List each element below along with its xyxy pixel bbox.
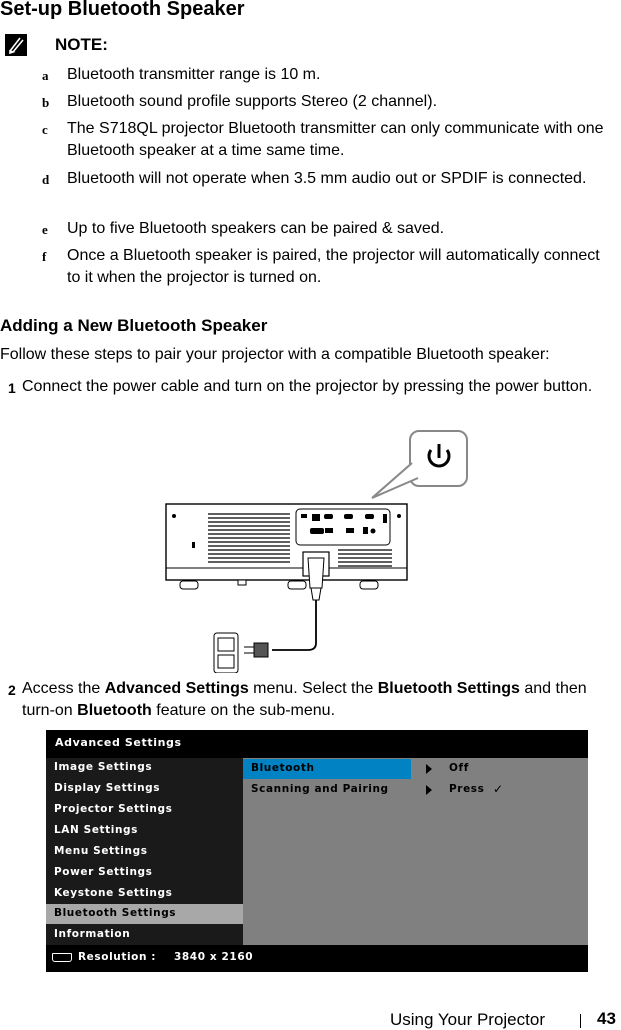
- submenu-value: Off: [449, 762, 469, 774]
- step-bold-bluetooth: Bluetooth: [77, 702, 152, 719]
- note-letter: c: [42, 122, 48, 137]
- note-text: The S718QL projector Bluetooth transmitt…: [67, 120, 604, 159]
- note-pencil-icon: [5, 34, 27, 56]
- page-number: 43: [597, 1009, 616, 1028]
- osd-item-display-settings[interactable]: Display Settings: [46, 779, 243, 799]
- note-label: NOTE:: [55, 35, 108, 54]
- note-letter: f: [42, 249, 47, 264]
- step-text-part: Access the: [22, 680, 105, 697]
- step-number: 2: [8, 682, 16, 698]
- osd-title: Advanced Settings: [55, 736, 182, 749]
- osd-item-lan-settings[interactable]: LAN Settings: [46, 821, 243, 841]
- note-letter: b: [42, 95, 50, 110]
- submenu-row-bluetooth[interactable]: Bluetooth Off: [243, 759, 588, 779]
- wall-outlet: [213, 632, 239, 674]
- page-title: Set-up Bluetooth Speaker: [0, 0, 245, 20]
- arrow-right-icon: [426, 764, 432, 774]
- note-text: Up to five Bluetooth speakers can be pai…: [67, 220, 445, 237]
- submenu-value: Press: [449, 783, 485, 795]
- projector-body: [165, 503, 408, 590]
- osd-submenu: Bluetooth Off Scanning and Pairing Press…: [243, 758, 588, 945]
- osd-item-menu-settings[interactable]: Menu Settings: [46, 842, 243, 862]
- step-number: 1: [8, 380, 16, 396]
- note-text: Bluetooth transmitter range is 10 m.: [67, 66, 321, 83]
- note-letter: a: [42, 68, 49, 83]
- note-text: Bluetooth will not operate when 3.5 mm a…: [67, 170, 587, 187]
- submenu-label: Bluetooth: [251, 762, 315, 774]
- step-bold-advanced-settings: Advanced Settings: [104, 680, 249, 697]
- osd-item-image-settings[interactable]: Image Settings: [46, 758, 243, 778]
- osd-item-information[interactable]: Information: [46, 925, 243, 945]
- submenu-label: Scanning and Pairing: [251, 783, 389, 795]
- osd-item-keystone-settings[interactable]: Keystone Settings: [46, 884, 243, 904]
- resolution-value: 3840 x 2160: [174, 951, 254, 963]
- footer-divider: [580, 1014, 581, 1028]
- arrow-right-icon: [426, 785, 432, 795]
- projector-diagram: [165, 430, 468, 674]
- resolution-label: Resolution :: [78, 951, 157, 963]
- note-letter: e: [42, 222, 48, 237]
- hdmi-icon: [52, 953, 72, 962]
- osd-item-power-settings[interactable]: Power Settings: [46, 863, 243, 883]
- osd-menu-list: Image Settings Display Settings Projecto…: [46, 758, 243, 945]
- submenu-row-scanning-pairing[interactable]: Scanning and Pairing Press ✓: [243, 780, 588, 800]
- step-text: Connect the power cable and turn on the …: [22, 378, 593, 395]
- section-title: Adding a New Bluetooth Speaker: [0, 316, 268, 335]
- projector-illustration: [160, 428, 480, 674]
- power-callout: [371, 430, 468, 499]
- intro-text: Follow these steps to pair your projecto…: [0, 346, 550, 363]
- step-text: Access the Advanced Settings menu. Selec…: [22, 678, 621, 722]
- step-bold-bluetooth-settings: Bluetooth Settings: [377, 680, 520, 697]
- note-text: Bluetooth sound profile supports Stereo …: [67, 93, 438, 110]
- footer-section: Using Your Projector: [390, 1010, 545, 1029]
- check-icon: ✓: [493, 782, 504, 796]
- step-text-part: feature on the sub-menu.: [151, 702, 336, 719]
- osd-status-bar: Resolution : 3840 x 2160: [46, 945, 588, 972]
- osd-item-bluetooth-settings[interactable]: Bluetooth Settings: [46, 904, 243, 924]
- note-letter: d: [42, 172, 50, 187]
- note-text: Once a Bluetooth speaker is paired, the …: [67, 247, 600, 286]
- osd-menu: Advanced Settings Image Settings Display…: [46, 730, 588, 972]
- step-text-part: menu. Select the: [248, 680, 378, 697]
- osd-item-projector-settings[interactable]: Projector Settings: [46, 800, 243, 820]
